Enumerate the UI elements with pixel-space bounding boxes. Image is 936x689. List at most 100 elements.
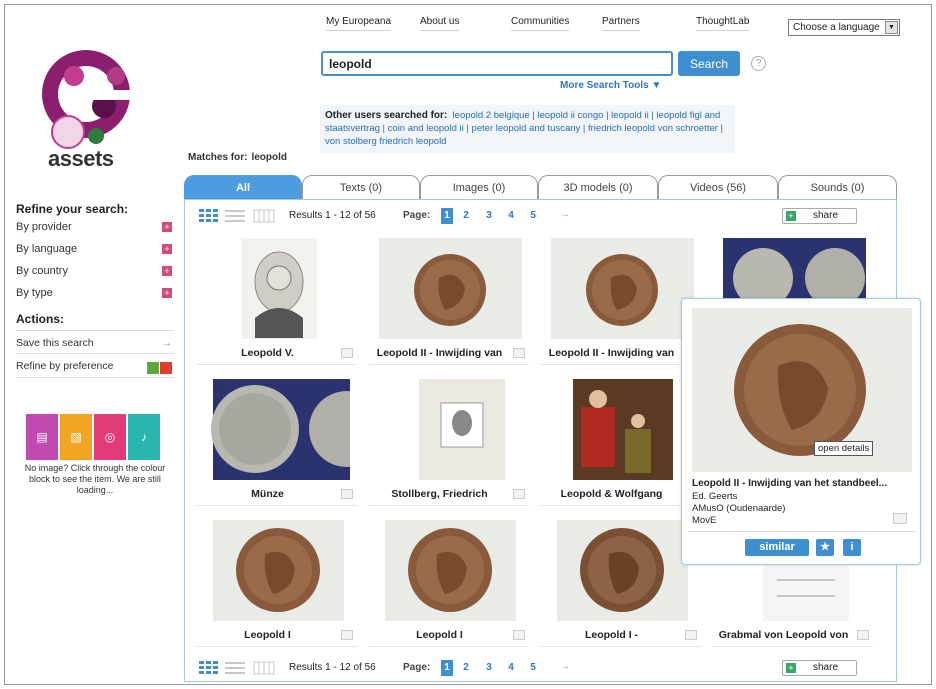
page-3[interactable]: 3 bbox=[483, 660, 495, 676]
item-title[interactable]: Leopold & Wolfgang bbox=[539, 488, 684, 500]
result-item[interactable]: Münze bbox=[195, 379, 360, 514]
item-title[interactable]: Leopold I - bbox=[539, 629, 684, 641]
result-item[interactable]: Leopold & Wolfgang bbox=[539, 379, 704, 514]
item-title[interactable]: Leopold I bbox=[367, 629, 512, 641]
search-button[interactable]: Search bbox=[678, 51, 740, 76]
help-icon[interactable]: ? bbox=[751, 56, 766, 71]
nav-my-europeana[interactable]: My Europeana bbox=[326, 16, 392, 31]
info-icon[interactable]: i bbox=[843, 539, 861, 556]
filmstrip-view-icon[interactable] bbox=[253, 209, 275, 223]
next-page-arrow[interactable]: → bbox=[560, 209, 570, 220]
item-thumbnail[interactable] bbox=[379, 379, 522, 480]
image-type-icon bbox=[341, 489, 353, 499]
next-page-arrow[interactable]: → bbox=[560, 661, 570, 672]
item-title[interactable]: Leopold II - Inwijding van bbox=[367, 347, 512, 359]
item-thumbnail[interactable] bbox=[207, 520, 350, 621]
star-icon[interactable]: ★ bbox=[816, 539, 834, 556]
share-button[interactable]: + share bbox=[782, 660, 857, 676]
preview-source: MovE bbox=[692, 515, 717, 526]
results-count: Results 1 - 12 of 56 bbox=[289, 662, 376, 673]
result-item[interactable]: Leopold I bbox=[367, 520, 532, 655]
result-item[interactable]: Leopold I - bbox=[539, 520, 704, 655]
list-view-icon[interactable] bbox=[225, 661, 245, 675]
result-item[interactable]: Leopold II - Inwijding van bbox=[367, 238, 532, 373]
list-view-icon[interactable] bbox=[225, 209, 245, 223]
thumbs-up-icon[interactable] bbox=[147, 362, 159, 374]
nav-partners[interactable]: Partners bbox=[602, 16, 640, 31]
tab-images[interactable]: Images (0) bbox=[420, 175, 538, 200]
sound-type-icon[interactable]: ♪ bbox=[128, 414, 160, 460]
nav-communities[interactable]: Communities bbox=[511, 16, 570, 31]
share-button[interactable]: + share bbox=[782, 208, 857, 224]
item-thumbnail[interactable] bbox=[551, 379, 694, 480]
nav-thoughtlab[interactable]: ThoughtLab bbox=[696, 16, 750, 31]
tab-videos[interactable]: Videos (56) bbox=[658, 175, 778, 200]
result-item[interactable]: Leopold I bbox=[195, 520, 360, 655]
image-type-icon[interactable]: ▧ bbox=[60, 414, 92, 460]
text-type-icon[interactable]: ▤ bbox=[26, 414, 58, 460]
similar-button[interactable]: similar bbox=[745, 539, 809, 556]
page-2[interactable]: 2 bbox=[460, 208, 472, 224]
share-label: share bbox=[813, 662, 839, 673]
other-searches-box: Other users searched for: leopold 2 belg… bbox=[320, 105, 735, 153]
item-title[interactable]: Stollberg, Friedrich bbox=[367, 488, 512, 500]
page-1[interactable]: 1 bbox=[441, 208, 453, 224]
item-thumbnail[interactable] bbox=[551, 520, 694, 621]
tab-sounds[interactable]: Sounds (0) bbox=[778, 175, 897, 200]
plus-icon[interactable]: + bbox=[162, 266, 172, 276]
refine-by-type[interactable]: By type + bbox=[16, 282, 174, 304]
page-label: Page: bbox=[403, 210, 431, 221]
tab-all[interactable]: All bbox=[184, 175, 302, 200]
refine-by-language[interactable]: By language + bbox=[16, 238, 174, 260]
nav-about-us[interactable]: About us bbox=[420, 16, 460, 31]
item-title[interactable]: Grabmal von Leopold von bbox=[711, 629, 856, 641]
item-thumbnail[interactable] bbox=[379, 520, 522, 621]
item-thumbnail[interactable] bbox=[207, 379, 350, 480]
open-details-tooltip[interactable]: open details bbox=[814, 441, 874, 456]
page-1[interactable]: 1 bbox=[441, 660, 453, 676]
page-3[interactable]: 3 bbox=[483, 208, 495, 224]
item-thumbnail[interactable] bbox=[379, 238, 522, 339]
page-2[interactable]: 2 bbox=[460, 660, 472, 676]
grid-view-icon[interactable] bbox=[199, 209, 219, 223]
tab-3d-models[interactable]: 3D models (0) bbox=[538, 175, 658, 200]
result-item[interactable]: Stollberg, Friedrich bbox=[367, 379, 532, 514]
item-title[interactable]: Leopold II - Inwijding van bbox=[539, 347, 684, 359]
item-title[interactable]: Münze bbox=[195, 488, 340, 500]
page-5[interactable]: 5 bbox=[527, 660, 539, 676]
image-type-icon bbox=[341, 630, 353, 640]
plus-icon[interactable]: + bbox=[162, 222, 172, 232]
search-input[interactable] bbox=[321, 51, 673, 76]
result-item[interactable]: Leopold V. bbox=[195, 238, 360, 373]
item-title[interactable]: Leopold I bbox=[195, 629, 340, 641]
sidebar: Refine your search: By provider + By lang… bbox=[16, 202, 174, 378]
image-type-icon bbox=[857, 630, 869, 640]
results-count: Results 1 - 12 of 56 bbox=[289, 210, 376, 221]
refine-by-provider[interactable]: By provider + bbox=[16, 216, 174, 238]
grid-view-icon[interactable] bbox=[199, 661, 219, 675]
chevron-down-icon: ▼ bbox=[885, 21, 898, 34]
page-5[interactable]: 5 bbox=[527, 208, 539, 224]
more-search-tools-link[interactable]: More Search Tools ▼ bbox=[560, 80, 661, 91]
video-type-icon[interactable]: ◎ bbox=[94, 414, 126, 460]
image-type-icon bbox=[685, 630, 697, 640]
save-search-link[interactable]: Save this search → bbox=[16, 330, 174, 354]
refine-by-country[interactable]: By country + bbox=[16, 260, 174, 282]
preview-title[interactable]: Leopold II - Inwijding van het standbeel… bbox=[692, 478, 887, 489]
item-thumbnail[interactable] bbox=[551, 238, 694, 339]
thumbs-down-icon[interactable] bbox=[160, 362, 172, 374]
matches-for: Matches for: leopold bbox=[188, 152, 287, 163]
item-preview-popup: open details Leopold II - Inwijding van … bbox=[681, 298, 921, 565]
tab-texts[interactable]: Texts (0) bbox=[302, 175, 420, 200]
plus-icon[interactable]: + bbox=[162, 244, 172, 254]
item-thumbnail[interactable] bbox=[207, 238, 350, 339]
filmstrip-view-icon[interactable] bbox=[253, 661, 275, 675]
item-title[interactable]: Leopold V. bbox=[195, 347, 340, 359]
preview-image[interactable] bbox=[692, 308, 912, 472]
page-4[interactable]: 4 bbox=[505, 208, 517, 224]
plus-icon[interactable]: + bbox=[162, 288, 172, 298]
result-item[interactable]: Leopold II - Inwijding van bbox=[539, 238, 704, 373]
save-search-label: Save this search bbox=[16, 337, 94, 349]
language-select[interactable]: Choose a language ▼ bbox=[788, 19, 900, 36]
page-4[interactable]: 4 bbox=[505, 660, 517, 676]
